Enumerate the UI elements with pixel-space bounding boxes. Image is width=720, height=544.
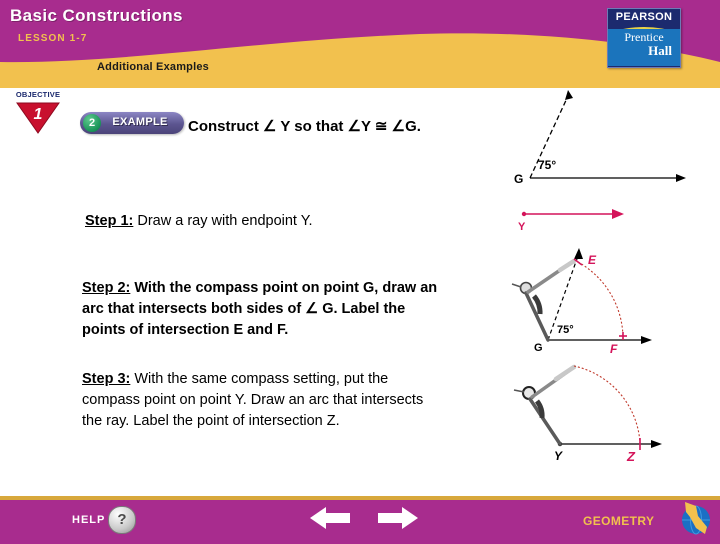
objective-number: 1: [33, 106, 43, 123]
help-button[interactable]: ?: [108, 506, 136, 534]
arc-intersection-marks: [573, 258, 627, 340]
step-1-text: Step 1: Draw a ray with endpoint Y.: [85, 211, 313, 232]
page-header: Basic Constructions LESSON 1-7 Additiona…: [0, 0, 720, 88]
diagram1-vertex-label: G: [514, 172, 523, 186]
diagram2-angle-label: 75°: [557, 324, 574, 336]
diagram-angle-g-and-ray-y: G 75° Y: [514, 90, 686, 233]
geometry-label: GEOMETRY: [583, 514, 655, 528]
help-label: HELP: [72, 514, 106, 526]
arc-z: [573, 365, 641, 444]
example-badge: 2 EXAMPLE: [80, 112, 184, 134]
step-3-body: With the same compass setting, put the c…: [82, 371, 424, 429]
diagram3-vertex-label: Y: [554, 449, 563, 463]
california-globe-logo-icon: [682, 502, 710, 535]
step-3-label: Step 3:: [82, 371, 131, 387]
example-label: EXAMPLE: [112, 116, 168, 128]
logo-pearson-text: PEARSON: [615, 11, 673, 23]
diagram-compass-at-g-arc-ef: E F G 75°: [511, 248, 652, 356]
angle-g2-lower-ray: [548, 336, 652, 344]
lesson-label: LESSON 1-7: [18, 33, 88, 44]
step-2-text: Step 2: With the compass point on point …: [82, 278, 442, 341]
compass-icon-y: [513, 364, 577, 446]
diagram-compass-at-y-arc-z: Y Z: [513, 364, 662, 464]
previous-slide-button[interactable]: [308, 504, 352, 532]
objective-badge: OBJECTIVE 1: [8, 90, 68, 136]
diagram3-point-z-label: Z: [626, 449, 636, 464]
step-2-body: With the compass point on point G, draw …: [82, 280, 438, 338]
additional-examples-label: Additional Examples: [97, 61, 209, 73]
diagram1-ray-label: Y: [518, 221, 526, 233]
diagram2-point-e-label: E: [588, 253, 597, 267]
step-1-label: Step 1:: [85, 213, 134, 229]
step-2-label: Step 2:: [82, 280, 131, 296]
ray-y-with-z: [557, 440, 662, 448]
page-title: Basic Constructions: [10, 6, 183, 25]
logo-lower-panel: Prentice Hall: [608, 29, 680, 66]
example-number: 2: [83, 114, 101, 132]
logo-hall-text: Hall: [648, 43, 672, 58]
next-slide-button[interactable]: [376, 504, 420, 532]
example-prompt: Construct ∠ Y so that ∠Y ≅ ∠G.: [188, 118, 421, 135]
step-3-text: Step 3: With the same compass setting, p…: [82, 369, 442, 432]
objective-label: OBJECTIVE: [15, 90, 61, 99]
angle-g-lower-ray: [530, 174, 686, 182]
arc-ef: [577, 261, 624, 340]
diagram2-vertex-label: G: [534, 342, 543, 354]
diagram2-point-f-label: F: [610, 342, 618, 356]
diagram1-angle-label: 75°: [538, 158, 556, 172]
ray-y: [521, 209, 624, 219]
pearson-prentice-hall-logo: PEARSON Prentice Hall: [607, 8, 681, 68]
step-1-body: Draw a ray with endpoint Y.: [133, 213, 313, 229]
